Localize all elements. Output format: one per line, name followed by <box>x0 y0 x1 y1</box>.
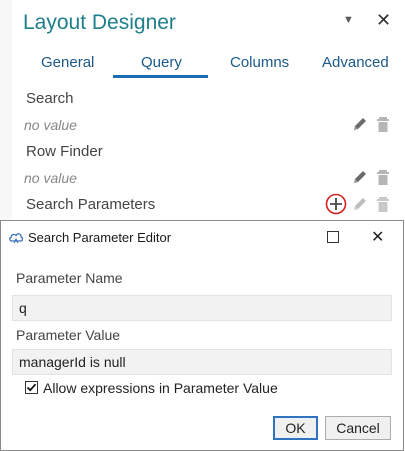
tab-query[interactable]: Query <box>141 54 182 71</box>
pencil-icon[interactable] <box>351 115 369 133</box>
checkmark-icon <box>26 383 37 392</box>
close-icon[interactable]: ✕ <box>376 10 391 31</box>
dialog-title: Search Parameter Editor <box>28 230 172 245</box>
parameter-value-input[interactable] <box>12 349 392 375</box>
search-parameter-editor-dialog: Search Parameter Editor ✕ Parameter Name… <box>0 220 404 451</box>
tab-advanced[interactable]: Advanced <box>322 54 389 71</box>
pencil-icon[interactable] <box>351 195 369 213</box>
close-icon[interactable]: ✕ <box>371 227 384 247</box>
trash-icon[interactable] <box>374 168 392 186</box>
maximize-icon[interactable] <box>327 231 339 243</box>
parameter-name-input[interactable] <box>12 295 392 321</box>
allow-expressions-checkbox[interactable] <box>25 381 38 394</box>
add-circle-icon[interactable] <box>325 193 347 215</box>
trash-icon[interactable] <box>374 195 392 213</box>
row-finder-label: Row Finder <box>26 143 103 160</box>
pencil-icon[interactable] <box>351 168 369 186</box>
parameter-value-label: Parameter Value <box>16 327 121 343</box>
dialog-titlebar[interactable]: Search Parameter Editor ✕ <box>1 221 403 253</box>
active-tab-indicator <box>113 75 208 78</box>
ok-button[interactable]: OK <box>273 416 318 440</box>
parameter-name-label: Parameter Name <box>16 270 123 286</box>
tab-general[interactable]: General <box>41 54 94 71</box>
search-value: no value <box>24 117 77 133</box>
cancel-button[interactable]: Cancel <box>325 416 391 440</box>
cloud-icon <box>9 233 24 244</box>
tab-columns[interactable]: Columns <box>230 54 289 71</box>
search-label: Search <box>26 90 74 107</box>
trash-icon[interactable] <box>374 115 392 133</box>
panel-title: Layout Designer <box>23 11 176 34</box>
search-parameters-label: Search Parameters <box>26 196 156 213</box>
chevron-down-icon[interactable]: ▼ <box>343 14 354 26</box>
row-finder-value: no value <box>24 170 77 186</box>
tab-bar: General Query Columns Advanced <box>12 52 405 78</box>
allow-expressions-label: Allow expressions in Parameter Value <box>43 380 278 396</box>
